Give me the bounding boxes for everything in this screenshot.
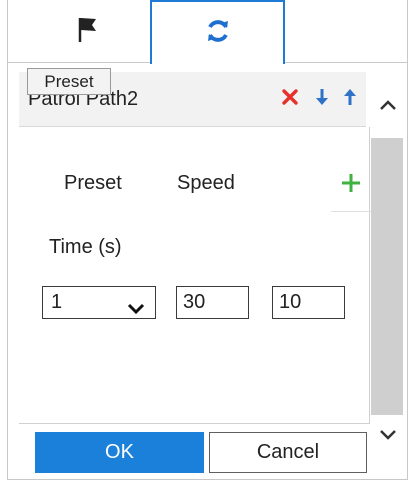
time-input[interactable]: 10 — [272, 286, 345, 319]
scroll-down-button[interactable] — [373, 424, 403, 450]
flag-icon — [77, 15, 99, 48]
delete-patrol-button[interactable] — [279, 88, 301, 110]
scroll-up-button[interactable] — [373, 94, 403, 120]
arrow-up-icon — [341, 87, 359, 112]
tab-preset[interactable] — [27, 0, 149, 63]
arrow-down-icon — [313, 87, 331, 112]
ok-button[interactable]: OK — [35, 432, 204, 473]
preset-tooltip: Preset — [27, 68, 111, 95]
move-down-button[interactable] — [311, 88, 333, 110]
refresh-icon — [205, 18, 231, 49]
time-column-label: Time (s) — [49, 236, 122, 258]
add-preset-button[interactable] — [331, 160, 371, 212]
cancel-button[interactable]: Cancel — [209, 432, 367, 473]
tab-bar — [7, 0, 408, 64]
chevron-down-icon — [378, 428, 398, 447]
scrollbar-track[interactable] — [371, 138, 403, 415]
preset-column-label: Preset — [64, 172, 122, 194]
plus-icon — [340, 172, 362, 199]
preset-select[interactable]: 1 — [42, 286, 156, 319]
tab-patrol[interactable] — [150, 0, 285, 64]
preset-select-value: 1 — [51, 291, 63, 313]
close-icon — [281, 88, 299, 111]
chevron-up-icon — [378, 98, 398, 117]
speed-column-label: Speed — [177, 172, 235, 194]
speed-input[interactable]: 30 — [176, 286, 249, 319]
move-up-button[interactable] — [339, 88, 361, 110]
chevron-down-icon — [127, 295, 145, 326]
tab-empty — [286, 0, 406, 63]
